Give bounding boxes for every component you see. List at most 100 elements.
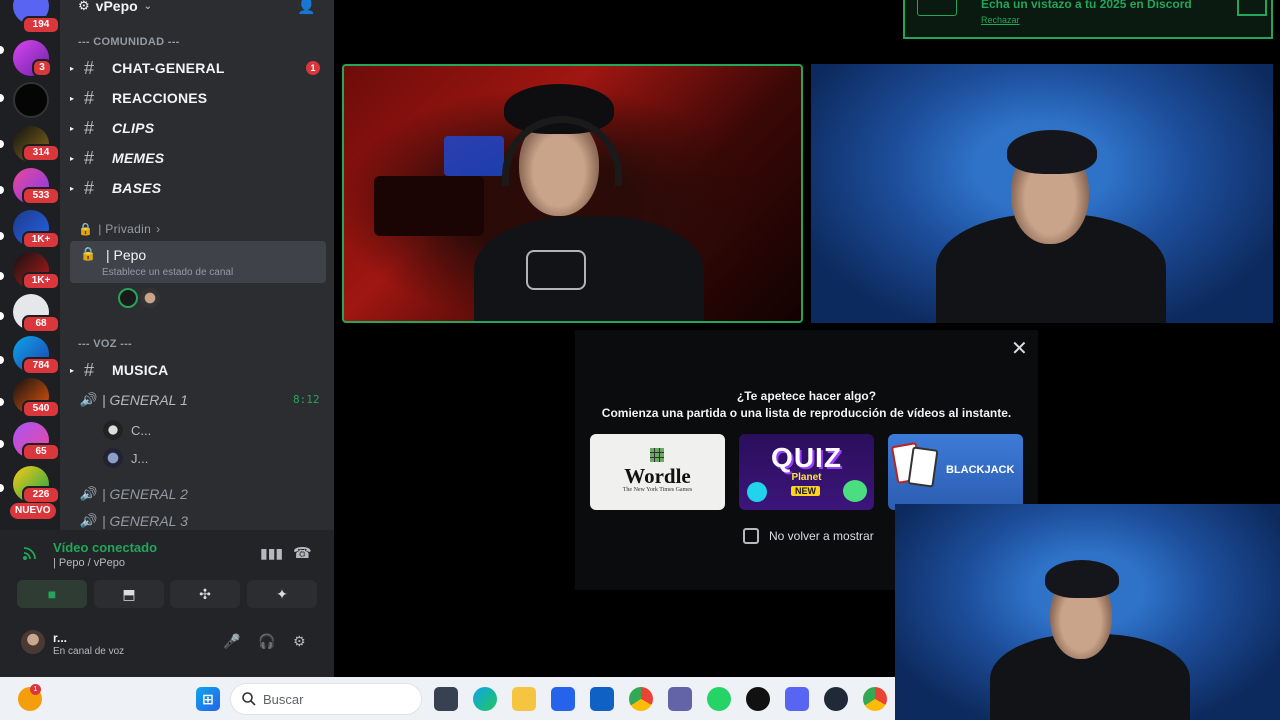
server-header[interactable]: ⚙ vPepo ⌄ — [78, 0, 152, 16]
shirt-graphic — [526, 250, 586, 290]
dismiss-link[interactable]: Rechazar — [981, 15, 1020, 25]
gear-icon[interactable]: ⚙ — [293, 633, 306, 650]
voice-channel-general-3[interactable]: 🔊 | GENERAL 3 — [74, 512, 188, 530]
game-card-blackjack[interactable]: BLACKJACK — [888, 434, 1023, 510]
store-icon[interactable] — [551, 687, 575, 711]
category-voice[interactable]: --- VOZ --- — [78, 338, 132, 350]
app-icon[interactable] — [746, 687, 770, 711]
disconnect-icon[interactable]: ☎ — [293, 544, 312, 562]
invite-icon[interactable]: 👤 — [297, 0, 316, 15]
unread-pip — [0, 46, 4, 54]
banner-action-button[interactable] — [1237, 0, 1267, 16]
channel-name: MEMES — [112, 150, 165, 166]
channel-name: MUSICA — [112, 362, 169, 378]
activities-button[interactable]: ✣ — [170, 580, 240, 608]
soundboard-button[interactable]: ✦ — [247, 580, 317, 608]
user-name[interactable]: r... — [53, 631, 67, 645]
avatar[interactable] — [118, 288, 138, 308]
voice-channel-name: | Pepo — [106, 247, 147, 263]
edge-icon[interactable] — [473, 687, 497, 711]
hash-icon: # — [84, 117, 95, 138]
server-rail: 194 3 314 533 1K+ 1K+ 68 784 540 65 226 … — [0, 0, 60, 530]
person-hair — [1007, 130, 1097, 174]
outlook-icon[interactable] — [590, 687, 614, 711]
game-card-quiz-planet[interactable]: QUIZ Planet NEW — [739, 434, 874, 510]
game-card-wordle[interactable]: Wordle The New York Times Games — [590, 434, 725, 510]
server-badge: 533 — [22, 187, 60, 205]
new-tag: NEW — [791, 486, 820, 496]
headphones-icon[interactable]: 🎧 — [258, 633, 275, 650]
video-tile-speaking[interactable] — [342, 64, 803, 323]
soundboard-icon: ✦ — [276, 585, 288, 602]
speaker-icon: 🔊 — [79, 392, 97, 407]
teams-icon[interactable] — [668, 687, 692, 711]
new-badge: NUEVO — [10, 503, 56, 519]
user-avatar[interactable] — [21, 630, 45, 654]
noise-suppression-icon[interactable]: ▮▮▮ — [260, 545, 283, 562]
voice-channel-general-2[interactable]: 🔊 | GENERAL 2 — [74, 480, 188, 508]
game-name: BLACKJACK — [946, 464, 1015, 476]
channel-musica[interactable]: ▸ # MUSICA — [70, 356, 328, 384]
channel-bases[interactable]: ▸ # BASES — [70, 174, 328, 202]
category-privadin[interactable]: 🔒 | Privadin › — [78, 222, 160, 236]
hash-icon: # — [84, 359, 95, 380]
bullet-icon: ▸ — [70, 93, 75, 103]
person-hair — [1045, 560, 1119, 598]
app-icon[interactable] — [824, 687, 848, 711]
server-badge: 540 — [22, 400, 60, 418]
speaker-icon: 🔊 — [79, 513, 97, 528]
signal-icon[interactable] — [22, 545, 38, 561]
avatar[interactable] — [140, 288, 160, 308]
category-label: | Privadin — [98, 222, 152, 236]
chrome-icon[interactable] — [629, 687, 653, 711]
server-badge: 314 — [22, 144, 60, 162]
banner-text: Echa un vistazo a tu 2025 en Discord — [981, 0, 1192, 11]
hash-icon: # — [84, 147, 95, 168]
discord-icon[interactable] — [785, 687, 809, 711]
chrome-icon[interactable] — [863, 687, 887, 711]
channel-reacciones[interactable]: ▸ # REACCIONES — [70, 84, 328, 112]
year-recap-banner[interactable]: Echa un vistazo a tu 2025 en Discord Rec… — [903, 0, 1273, 39]
self-video-tile[interactable] — [895, 504, 1280, 720]
avatar — [103, 448, 123, 468]
category-community[interactable]: --- COMUNIDAD --- — [78, 36, 180, 48]
server-badge: 65 — [22, 443, 60, 461]
screen-share-button[interactable]: ⬒ — [94, 580, 164, 608]
recap-icon — [917, 0, 957, 16]
server-badge: 3 — [32, 59, 52, 77]
camera-button[interactable]: ■ — [17, 580, 87, 608]
bullet-icon: ▸ — [70, 153, 75, 163]
voice-user[interactable]: J... — [103, 446, 148, 470]
channel-status: Establece un estado de canal — [102, 267, 234, 278]
channel-clips[interactable]: ▸ # CLIPS — [70, 114, 328, 142]
unread-pip — [0, 356, 4, 364]
dont-show-again-label[interactable]: No volver a mostrar — [769, 529, 874, 543]
server-icon[interactable] — [13, 82, 49, 118]
microphone-icon[interactable]: 🎤 — [223, 633, 240, 650]
taskbar-search[interactable]: Buscar — [230, 683, 422, 715]
unread-pip — [0, 232, 4, 240]
avatar — [103, 420, 123, 440]
lock-icon: 🔒 — [78, 222, 94, 236]
unread-pip — [0, 312, 4, 320]
channel-chat-general[interactable]: ▸ # CHAT-GENERAL 1 — [70, 54, 328, 82]
task-view-icon[interactable] — [434, 687, 458, 711]
dont-show-again-checkbox[interactable] — [743, 528, 759, 544]
bullet-icon: ▸ — [70, 183, 75, 193]
channel-memes[interactable]: ▸ # MEMES — [70, 144, 328, 172]
voice-channel-general-1[interactable]: 🔊 | GENERAL 1 — [74, 386, 188, 414]
voice-user[interactable]: C... — [103, 418, 151, 442]
close-icon[interactable]: ✕ — [1011, 336, 1028, 361]
whatsapp-icon[interactable] — [707, 687, 731, 711]
file-explorer-icon[interactable] — [512, 687, 536, 711]
channel-name: BASES — [112, 180, 162, 196]
game-name: QUIZ — [771, 442, 842, 473]
selected-voice-channel[interactable]: 🔒 | Pepo Establece un estado de canal — [70, 241, 326, 283]
unread-pip — [0, 140, 4, 148]
bullet-icon: ▸ — [70, 123, 75, 133]
voice-elapsed-time: 8:12 — [293, 393, 320, 406]
start-icon[interactable]: ⊞ — [196, 687, 220, 711]
voice-status-channel[interactable]: | Pepo / vPepo — [53, 557, 125, 569]
server-badge: 226 — [22, 486, 60, 504]
video-tile[interactable] — [811, 64, 1273, 323]
